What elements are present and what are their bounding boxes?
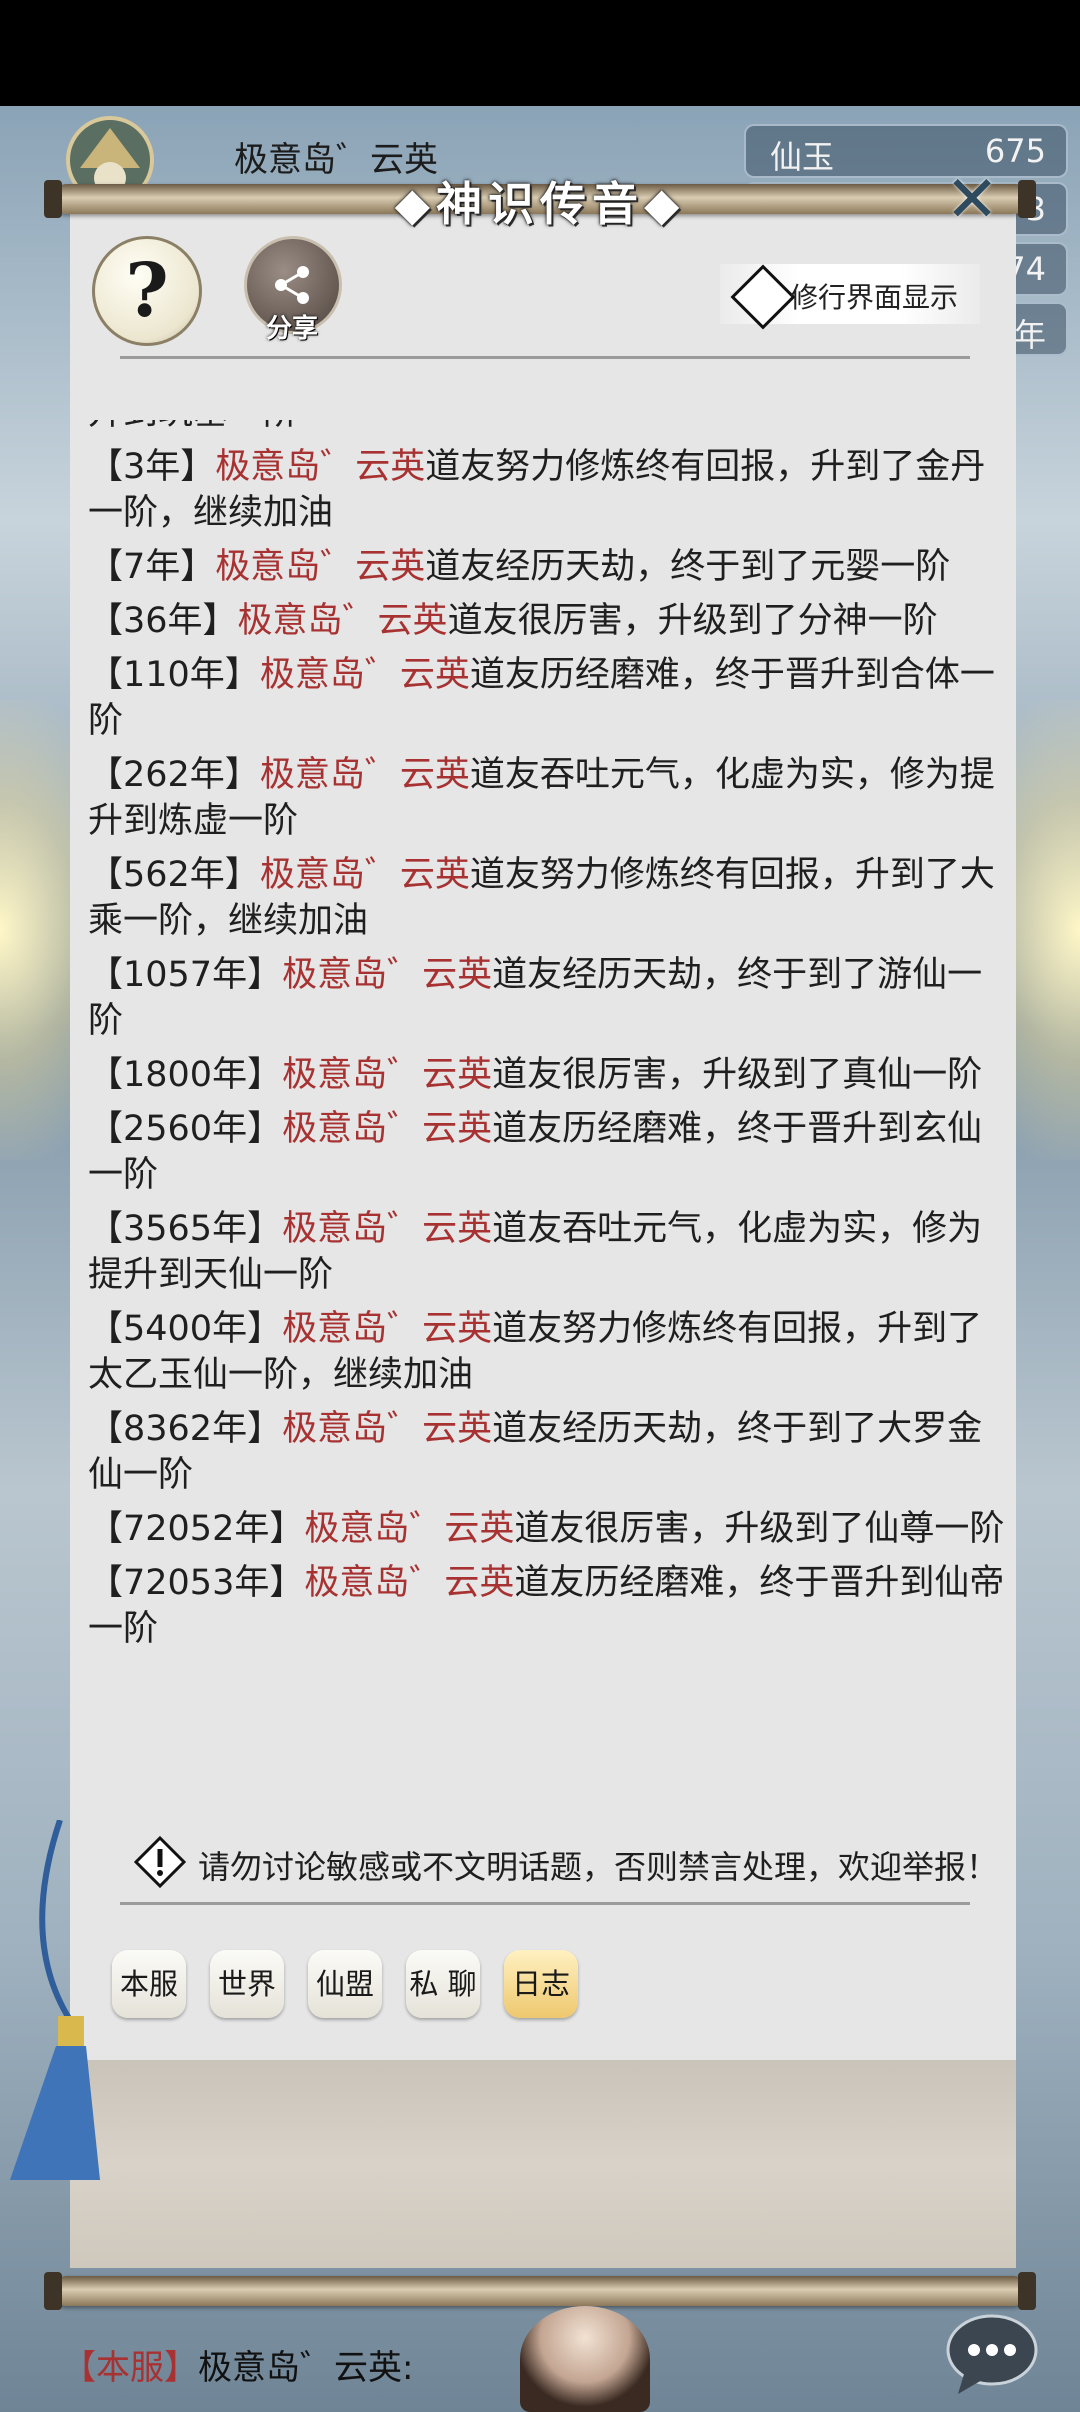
tab-world[interactable]: 世界: [210, 1950, 284, 2018]
log-entry-player-name[interactable]: 极意岛゛云英: [282, 1409, 492, 1449]
share-icon: [275, 266, 309, 304]
log-entry: 【7年】极意岛゛云英道友经历天劫，终于到了元婴一阶: [88, 544, 1008, 590]
log-entry-time: 【36年】: [88, 601, 238, 641]
header-divider: [120, 356, 970, 359]
diamond-toggle-icon[interactable]: [730, 264, 796, 330]
log-entry-player-name[interactable]: 极意岛゛云英: [304, 1509, 514, 1549]
chat-channel: 【本服】: [62, 2348, 198, 2388]
log-entry-time: 【1057年】: [88, 955, 283, 995]
log-entry-text: 道友很厉害，升级到了分神一阶: [447, 601, 938, 641]
cultivation-display-toggle[interactable]: 修行界面显示: [720, 264, 980, 330]
resource-value: 年: [1013, 316, 1046, 354]
tassel-decoration-icon: [10, 1820, 100, 2180]
tab-alliance[interactable]: 仙盟: [308, 1950, 382, 2018]
log-entry: 【72053年】极意岛゛云英道友历经磨难，终于晋升到仙帝一阶: [88, 1560, 1008, 1652]
log-entry-time: 【72053年】: [88, 1563, 305, 1603]
chat-bubble-icon[interactable]: [944, 2312, 1040, 2396]
log-entry-time: 【110年】: [88, 655, 260, 695]
log-entry-text: 道友很厉害，升级到了仙尊一阶: [514, 1509, 1005, 1549]
log-entry: 【3565年】极意岛゛云英道友吞吐元气，化虚为实，修为提升到天仙一阶: [88, 1206, 1008, 1298]
log-entry-time: 【1800年】: [88, 1055, 283, 1095]
tab-local-server[interactable]: 本服: [112, 1950, 186, 2018]
log-entries: 【3年】极意岛゛云英道友努力修炼终有回报，升到了金丹一阶，继续加油 【7年】极意岛…: [88, 444, 1008, 1652]
log-entry-player-name[interactable]: 极意岛゛云英: [260, 655, 470, 695]
log-entry-partial: 升到筑基一阶: [88, 420, 1008, 436]
log-entry-time: 【3565年】: [88, 1209, 283, 1249]
log-entry-time: 【2560年】: [88, 1109, 283, 1149]
log-entry-player-name[interactable]: 极意岛゛云英: [215, 547, 425, 587]
log-entry: 【1800年】极意岛゛云英道友很厉害，升级到了真仙一阶: [88, 1052, 1008, 1098]
log-entry: 【36年】极意岛゛云英道友很厉害，升级到了分神一阶: [88, 598, 1008, 644]
resource-label: 仙玉: [770, 138, 835, 176]
chat-suffix: :: [402, 2348, 414, 2388]
log-entry-player-name[interactable]: 极意岛゛云英: [282, 1209, 492, 1249]
chat-sender: 极意岛゛云英: [198, 2348, 402, 2388]
chat-input-area[interactable]: [70, 2060, 1016, 2268]
scroll-rod-bottom: [44, 2272, 1036, 2310]
log-entry: 【8362年】极意岛゛云英道友经历天劫，终于到了大罗金仙一阶: [88, 1406, 1008, 1498]
close-icon[interactable]: ✕: [942, 168, 1002, 232]
warning-text: 请勿讨论敏感或不文明话题，否则禁言处理，欢迎举报！: [198, 1848, 999, 1886]
log-entry-text: 道友经历天劫，终于到了元婴一阶: [425, 547, 951, 587]
log-entry-time: 【562年】: [88, 855, 260, 895]
log-entry-time: 【8362年】: [88, 1409, 283, 1449]
help-icon[interactable]: ?: [92, 236, 202, 346]
log-entry: 【110年】极意岛゛云英道友历经磨难，终于晋升到合体一阶: [88, 652, 1008, 744]
log-entry-player-name[interactable]: 极意岛゛云英: [282, 955, 492, 995]
log-entry-text: 道友很厉害，升级到了真仙一阶: [492, 1055, 983, 1095]
log-entry: 【2560年】极意岛゛云英道友历经磨难，终于晋升到玄仙一阶: [88, 1106, 1008, 1198]
log-entry-time: 【5400年】: [88, 1309, 283, 1349]
log-list[interactable]: 升到筑基一阶 【3年】极意岛゛云英道友努力修炼终有回报，升到了金丹一阶，继续加油…: [88, 420, 1008, 1780]
warning-notice: 请勿讨论敏感或不文明话题，否则禁言处理，欢迎举报！: [134, 1836, 998, 1892]
log-entry: 【262年】极意岛゛云英道友吞吐元气，化虚为实，修为提升到炼虚一阶: [88, 752, 1008, 844]
log-entry-time: 【7年】: [88, 547, 216, 587]
log-entry-player-name[interactable]: 极意岛゛云英: [215, 447, 425, 487]
dialog-title: ◆神识传音◆: [394, 177, 686, 231]
log-entry: 【3年】极意岛゛云英道友努力修炼终有回报，升到了金丹一阶，继续加油: [88, 444, 1008, 536]
log-entry-time: 【262年】: [88, 755, 260, 795]
log-entry-time: 【3年】: [88, 447, 216, 487]
log-entry-player-name[interactable]: 极意岛゛云英: [260, 755, 470, 795]
footer-divider: [120, 1902, 970, 1905]
log-entry: 【72052年】极意岛゛云英道友很厉害，升级到了仙尊一阶: [88, 1506, 1008, 1552]
character-avatar: [520, 2306, 650, 2412]
toggle-label: 修行界面显示: [790, 281, 959, 314]
resource-xianyu[interactable]: 仙玉 675: [744, 124, 1068, 178]
latest-chat-message[interactable]: 【本服】极意岛゛云英:: [62, 2340, 413, 2389]
log-entry-player-name[interactable]: 极意岛゛云英: [282, 1309, 492, 1349]
log-scroll-content: 升到筑基一阶 【3年】极意岛゛云英道友努力修炼终有回报，升到了金丹一阶，继续加油…: [88, 420, 1008, 1660]
log-entry-player-name[interactable]: 极意岛゛云英: [282, 1055, 492, 1095]
log-entry: 【5400年】极意岛゛云英道友努力修炼终有回报，升到了太乙玉仙一阶，继续加油: [88, 1306, 1008, 1398]
share-label[interactable]: 分享: [250, 308, 334, 345]
tab-log[interactable]: 日志: [504, 1950, 578, 2018]
log-entry-player-name[interactable]: 极意岛゛云英: [238, 601, 448, 641]
log-entry: 【1057年】极意岛゛云英道友经历天劫，终于到了游仙一阶: [88, 952, 1008, 1044]
warning-icon: [134, 1836, 186, 1888]
log-entry: 【562年】极意岛゛云英道友努力修炼终有回报，升到了大乘一阶，继续加油: [88, 852, 1008, 944]
log-entry-player-name[interactable]: 极意岛゛云英: [260, 855, 470, 895]
log-entry-player-name[interactable]: 极意岛゛云英: [304, 1563, 514, 1603]
tab-private-chat[interactable]: 私 聊: [406, 1950, 480, 2018]
log-entry-time: 【72052年】: [88, 1509, 305, 1549]
log-entry-player-name[interactable]: 极意岛゛云英: [282, 1109, 492, 1149]
